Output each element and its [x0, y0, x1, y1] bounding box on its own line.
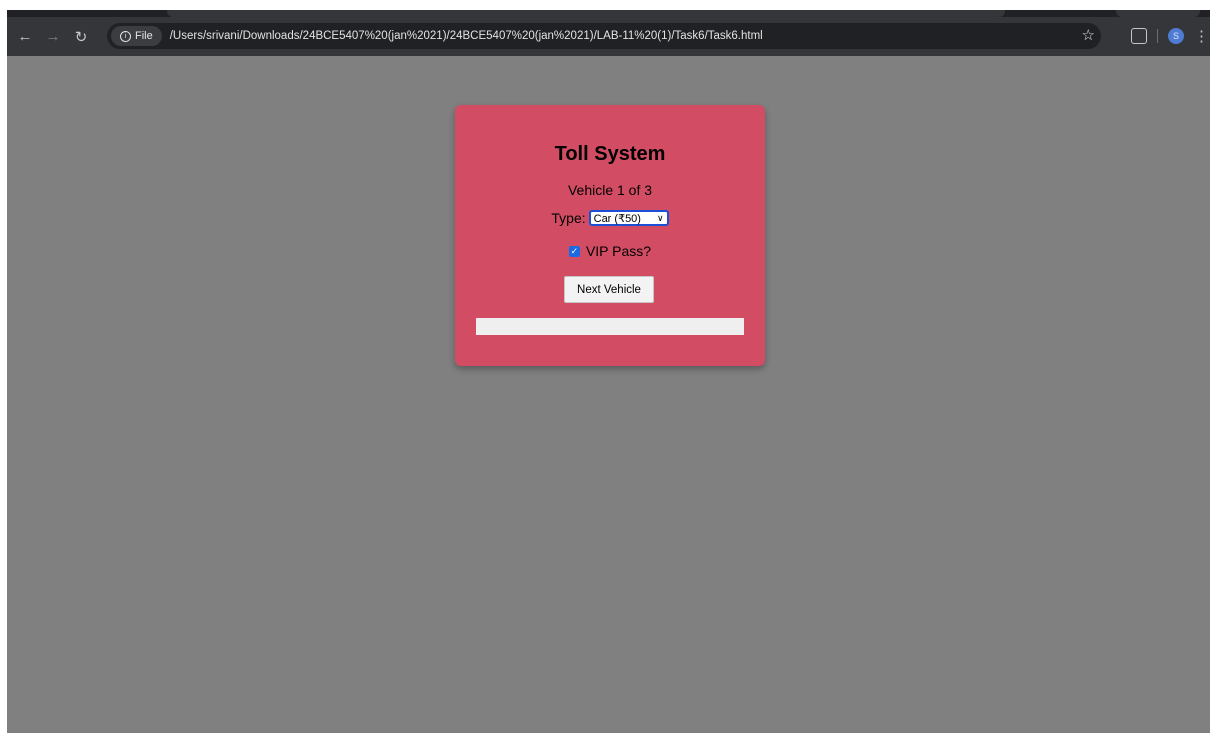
- info-icon: i: [120, 30, 131, 42]
- profile-avatar-icon[interactable]: S: [1168, 28, 1184, 44]
- forward-arrow-icon[interactable]: →: [39, 23, 67, 51]
- back-arrow-icon[interactable]: ←: [11, 23, 39, 51]
- vip-row: ✓ VIP Pass?: [455, 243, 765, 259]
- tab-search[interactable]: [1116, 10, 1200, 17]
- active-tab[interactable]: [167, 10, 1005, 17]
- vip-label: VIP Pass?: [585, 243, 652, 259]
- vehicle-type-value: Car (₹50): [593, 212, 641, 225]
- star-icon[interactable]: ☆: [1082, 26, 1095, 44]
- vehicle-counter: Vehicle 1 of 3: [567, 182, 653, 198]
- tab-strip: [7, 10, 1210, 17]
- chevron-down-icon: ∨: [657, 212, 664, 223]
- toll-card: Toll System Vehicle 1 of 3 Type: Car (₹5…: [455, 105, 765, 366]
- page-viewport: Toll System Vehicle 1 of 3 Type: Car (₹5…: [7, 56, 1210, 733]
- kebab-menu-icon[interactable]: ⋮: [1194, 27, 1209, 45]
- next-vehicle-button[interactable]: Next Vehicle: [564, 276, 654, 303]
- toolbar-actions: S ⋮: [1131, 22, 1209, 50]
- site-info-label: File: [135, 30, 153, 42]
- extensions-icon[interactable]: [1131, 28, 1147, 44]
- browser-window: ← → ↻ i File /Users/srivani/Downloads/24…: [7, 10, 1210, 733]
- result-output: [476, 318, 744, 335]
- address-bar[interactable]: i File /Users/srivani/Downloads/24BCE540…: [107, 23, 1101, 49]
- toolbar-separator: [1157, 29, 1158, 43]
- site-info-chip[interactable]: i File: [111, 26, 162, 46]
- page-title: Toll System: [554, 143, 666, 165]
- browser-toolbar: ← → ↻ i File /Users/srivani/Downloads/24…: [7, 17, 1210, 56]
- url-text[interactable]: /Users/srivani/Downloads/24BCE5407%20(ja…: [170, 30, 763, 42]
- vip-checkbox[interactable]: ✓: [568, 245, 580, 257]
- vehicle-type-select[interactable]: Car (₹50) ∨: [588, 210, 669, 226]
- reload-icon[interactable]: ↻: [67, 23, 95, 51]
- type-row: Type: Car (₹50) ∨: [455, 210, 765, 226]
- type-label: Type:: [551, 210, 586, 226]
